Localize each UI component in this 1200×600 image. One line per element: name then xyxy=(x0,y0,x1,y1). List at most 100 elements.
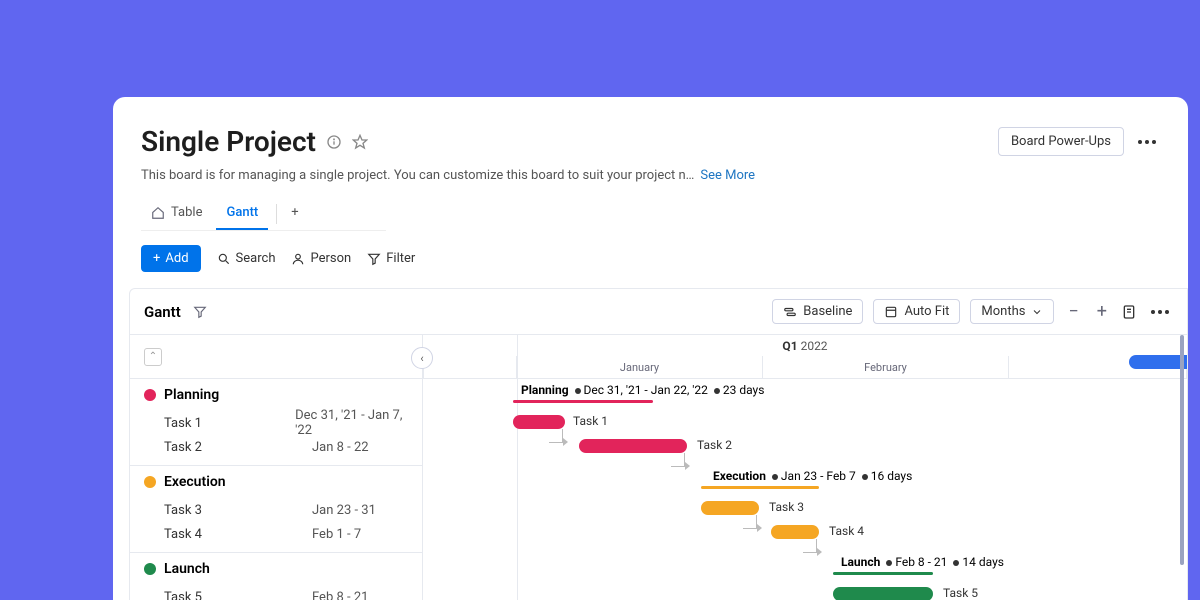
dependency-connector xyxy=(549,429,563,443)
panel-more-button[interactable] xyxy=(1147,306,1173,318)
timeline-overflow-bar xyxy=(1129,355,1187,369)
task-bar[interactable] xyxy=(833,587,933,600)
person-label: Person xyxy=(310,251,351,266)
group-header[interactable]: Launch xyxy=(130,553,422,585)
see-more-link[interactable]: See More xyxy=(700,168,755,183)
task-bar[interactable] xyxy=(771,525,819,539)
group-header[interactable]: Planning xyxy=(130,379,422,411)
expand-panel-button[interactable]: ‹ xyxy=(411,347,433,369)
group-color-dot xyxy=(144,563,156,575)
group-name: Launch xyxy=(164,561,210,577)
auto-fit-label: Auto Fit xyxy=(904,304,949,319)
add-view-button[interactable]: + xyxy=(285,197,304,230)
chevron-down-icon xyxy=(1031,306,1043,318)
group-summary-label: Planning Dec 31, '21 - Jan 22, '22 23 da… xyxy=(521,383,764,397)
person-button[interactable]: Person xyxy=(291,251,351,266)
task-bar[interactable] xyxy=(513,415,565,429)
task-row[interactable]: Task 1Dec 31, '21 - Jan 7, '22 xyxy=(130,411,422,435)
view-tabs: Table Gantt + xyxy=(141,197,386,231)
zoom-in-button[interactable]: + xyxy=(1093,301,1111,322)
group-summary-label: Launch Feb 8 - 21 14 days xyxy=(841,555,1004,569)
month-cell-jan: January xyxy=(517,356,763,378)
group-header[interactable]: Execution xyxy=(130,466,422,498)
task-row[interactable]: Task 5Feb 8 - 21 xyxy=(130,585,422,600)
group-name: Execution xyxy=(164,474,226,490)
dependency-connector xyxy=(671,453,685,467)
task-name: Task 3 xyxy=(164,503,312,518)
task-bar-label: Task 1 xyxy=(573,414,608,428)
person-icon xyxy=(291,252,305,266)
group-underline xyxy=(701,486,819,489)
gantt-panel: Gantt Baseline Auto Fit Months − + xyxy=(129,288,1188,600)
group-color-dot xyxy=(144,389,156,401)
tab-gantt[interactable]: Gantt xyxy=(216,197,268,230)
star-icon[interactable] xyxy=(352,134,368,150)
baseline-icon xyxy=(783,305,797,319)
board-header: Single Project Board Power-Ups This boar… xyxy=(113,97,1188,231)
group-color-dot xyxy=(144,476,156,488)
zoom-select[interactable]: Months xyxy=(970,299,1054,324)
baseline-button[interactable]: Baseline xyxy=(772,299,863,324)
autofit-icon xyxy=(884,305,898,319)
task-name: Task 5 xyxy=(164,590,312,600)
filter-label: Filter xyxy=(386,251,415,266)
gantt-chart-area[interactable]: Planning Dec 31, '21 - Jan 22, '22 23 da… xyxy=(423,379,1187,600)
export-icon[interactable] xyxy=(1121,304,1137,320)
dependency-arrow xyxy=(817,548,822,556)
gantt-timeline[interactable]: Q1 2022 January February Planning Dec 31… xyxy=(423,335,1187,600)
task-range: Dec 31, '21 - Jan 7, '22 xyxy=(295,408,408,438)
group-name: Planning xyxy=(164,387,219,403)
plus-icon: + xyxy=(153,251,160,266)
task-row[interactable]: Task 3Jan 23 - 31 xyxy=(130,498,422,522)
more-menu-button[interactable] xyxy=(1134,136,1160,148)
task-range: Jan 23 - 31 xyxy=(312,503,376,518)
month-cell-pre xyxy=(423,356,517,378)
task-name: Task 1 xyxy=(164,416,295,431)
board-card: Single Project Board Power-Ups This boar… xyxy=(113,97,1188,600)
task-range: Jan 8 - 22 xyxy=(312,440,369,455)
board-title: Single Project xyxy=(141,125,316,158)
search-button[interactable]: Search xyxy=(217,251,276,266)
auto-fit-button[interactable]: Auto Fit xyxy=(873,299,960,324)
filter-icon[interactable] xyxy=(193,305,207,319)
add-button[interactable]: + Add xyxy=(141,245,201,272)
collapse-all-button[interactable]: ⌃ xyxy=(144,348,162,366)
board-toolbar: + Add Search Person Filter xyxy=(113,245,1188,272)
task-range: Feb 1 - 7 xyxy=(312,527,361,542)
tab-label: Table xyxy=(171,205,202,220)
search-label: Search xyxy=(236,251,276,266)
task-name: Task 2 xyxy=(164,440,312,455)
divider xyxy=(276,204,277,224)
gantt-task-list: ⌃ ‹ PlanningTask 1Dec 31, '21 - Jan 7, '… xyxy=(130,335,423,600)
timeline-header: Q1 2022 January February xyxy=(423,335,1187,379)
board-description: This board is for managing a single proj… xyxy=(141,168,694,183)
panel-title: Gantt xyxy=(144,303,181,321)
task-bar-label: Task 4 xyxy=(829,524,864,538)
filter-icon xyxy=(367,252,381,266)
dependency-connector xyxy=(743,515,757,529)
quarter-label: Q1 xyxy=(782,339,797,353)
zoom-out-button[interactable]: − xyxy=(1064,301,1082,322)
year-label: 2022 xyxy=(801,339,828,353)
task-row[interactable]: Task 4Feb 1 - 7 xyxy=(130,522,422,546)
task-row[interactable]: Task 2Jan 8 - 22 xyxy=(130,435,422,459)
tab-label: Gantt xyxy=(226,205,258,220)
add-label: Add xyxy=(165,251,188,266)
task-bar-label: Task 2 xyxy=(697,438,732,452)
dependency-arrow xyxy=(685,462,690,470)
dependency-arrow xyxy=(563,438,568,446)
task-bar-label: Task 5 xyxy=(943,586,978,600)
group-summary-label: Execution Jan 23 - Feb 7 16 days xyxy=(713,469,912,483)
task-bar[interactable] xyxy=(701,501,759,515)
zoom-label: Months xyxy=(981,304,1025,319)
task-bar-label: Task 3 xyxy=(769,500,804,514)
tab-table[interactable]: Table xyxy=(141,197,212,230)
group-underline xyxy=(513,400,653,403)
task-bar[interactable] xyxy=(579,439,687,453)
power-ups-button[interactable]: Board Power-Ups xyxy=(998,127,1124,156)
search-icon xyxy=(217,252,231,266)
scrollbar-thumb[interactable] xyxy=(1180,335,1184,565)
info-icon[interactable] xyxy=(326,134,342,150)
filter-button[interactable]: Filter xyxy=(367,251,415,266)
dependency-connector xyxy=(803,539,817,553)
